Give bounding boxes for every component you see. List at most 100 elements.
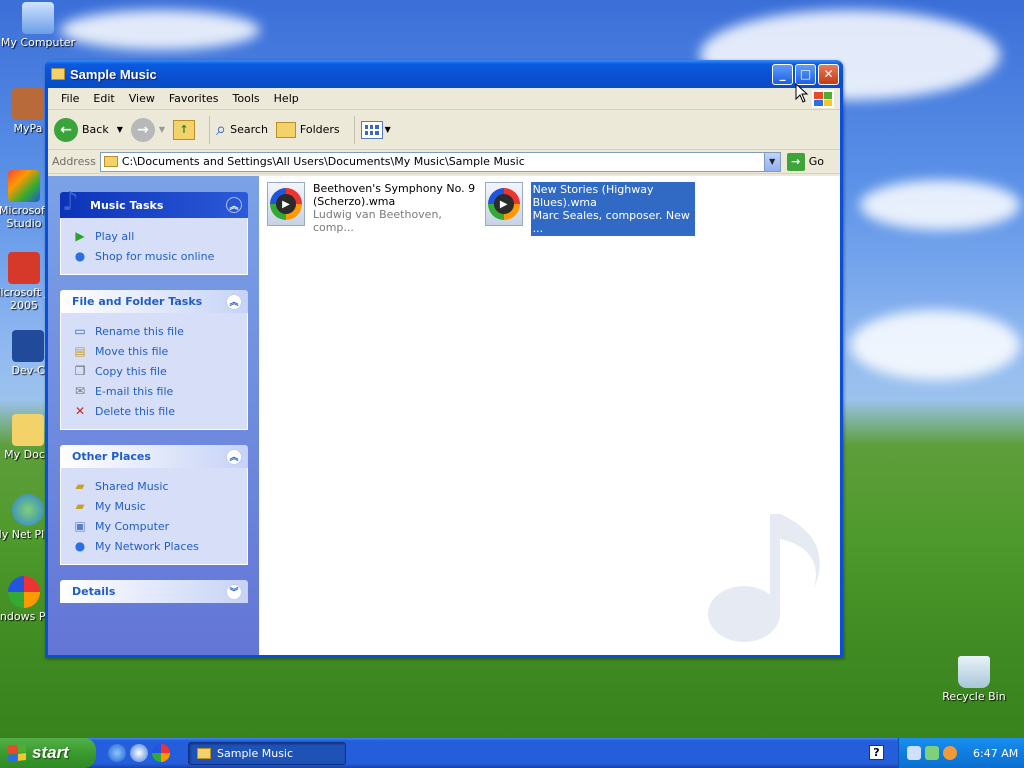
menu-file[interactable]: File (54, 92, 86, 105)
menu-edit[interactable]: Edit (86, 92, 121, 105)
folders-icon (275, 121, 296, 138)
file-name: (Scherzo).wma (312, 195, 396, 208)
folder-up-icon: ↑ (173, 119, 196, 140)
quick-launch (108, 744, 174, 762)
email-icon: ✉ (74, 384, 86, 398)
window-title: Sample Music (70, 66, 157, 82)
internet-explorer-icon[interactable] (108, 744, 126, 762)
minimize-button[interactable]: _ (772, 63, 793, 85)
other-places-body: ▰ Shared Music ▰ My Music ▣ My Computer (60, 468, 248, 565)
task-label: My Music (95, 499, 146, 513)
menu-favorites[interactable]: Favorites (162, 92, 226, 105)
toolbar-separator (353, 115, 355, 144)
security-tray-icon[interactable] (925, 746, 939, 760)
play-icon: ▶ (75, 229, 85, 243)
place-my-computer[interactable]: ▣ My Computer (73, 516, 237, 536)
details-header[interactable]: Details ︾ (60, 580, 248, 603)
other-places-panel: Other Places ︽ ▰ Shared Music ▰ My Music (60, 445, 248, 565)
address-dropdown-button[interactable]: ▼ (763, 152, 780, 171)
start-button[interactable]: start (0, 738, 96, 768)
file-item-selected[interactable]: ▶ New Stories (Highway Blues).wma Marc S… (485, 182, 695, 236)
place-my-music[interactable]: ▰ My Music (73, 496, 237, 516)
jsharp-icon (8, 252, 40, 284)
taskbar-button-sample-music[interactable]: Sample Music (188, 741, 346, 765)
chevron-down-icon[interactable]: ▼ (117, 125, 123, 134)
file-subtitle: Ludwig van Beethoven, comp... (312, 208, 442, 234)
content-area: ♪ Music Tasks ︽ ▶ Play all ● Shop for mu… (48, 176, 840, 655)
task-label: My Network Places (95, 539, 199, 553)
desktop-icon-my-computer[interactable]: My Computer (0, 2, 76, 49)
media-player-icon[interactable] (152, 744, 170, 762)
network-tray-icon[interactable] (907, 746, 921, 760)
task-label: Copy this file (95, 364, 167, 378)
desktop-icon-recycle-bin[interactable]: Recycle Bin (936, 656, 1012, 703)
chevron-down-icon: ▼ (158, 125, 166, 134)
back-button[interactable]: ← Back ▼ (54, 117, 123, 142)
computer-icon: ▣ (74, 519, 86, 533)
address-input[interactable]: C:\Documents and Settings\All Users\Docu… (99, 151, 781, 172)
task-copy[interactable]: ❐ Copy this file (73, 361, 237, 381)
help-icon[interactable]: ? (869, 745, 884, 760)
cloud (850, 310, 1020, 380)
cloud (860, 180, 1020, 230)
menu-help[interactable]: Help (267, 92, 306, 105)
go-button[interactable]: → Go (786, 152, 824, 171)
file-folder-tasks-header[interactable]: File and Folder Tasks ︽ (60, 290, 248, 313)
network-icon: ● (74, 539, 86, 553)
shared-folder-icon: ▰ (75, 479, 85, 493)
windows-logo-icon (8, 744, 26, 762)
panel-title: File and Folder Tasks (72, 295, 203, 308)
expand-icon[interactable]: ︾ (226, 583, 242, 600)
task-delete[interactable]: ✕ Delete this file (73, 401, 237, 421)
title-bar[interactable]: Sample Music _ □ ✕ (45, 60, 843, 88)
outlook-express-icon[interactable] (130, 744, 148, 762)
place-shared-music[interactable]: ▰ Shared Music (73, 476, 237, 496)
music-tasks-body: ▶ Play all ● Shop for music online (60, 218, 248, 275)
collapse-icon[interactable]: ︽ (226, 293, 242, 310)
folder-icon (197, 747, 211, 759)
collapse-icon[interactable]: ︽ (226, 448, 242, 465)
menu-tools[interactable]: Tools (226, 92, 267, 105)
file-item[interactable]: ▶ Beethoven's Symphony No. 9 (Scherzo).w… (267, 182, 477, 234)
task-shop-music[interactable]: ● Shop for music online (73, 246, 237, 266)
cloud (60, 10, 260, 50)
devc-icon (12, 330, 44, 362)
close-button[interactable]: ✕ (818, 63, 839, 85)
folders-button[interactable]: Folders (275, 121, 340, 138)
task-rename[interactable]: ▭ Rename this file (73, 321, 237, 341)
file-subtitle: Marc Seales, composer. New ... (532, 209, 690, 235)
collapse-icon[interactable]: ︽ (226, 197, 242, 213)
task-move[interactable]: ▤ Move this file (73, 341, 237, 361)
file-list: ▶ Beethoven's Symphony No. 9 (Scherzo).w… (259, 176, 840, 655)
menu-view[interactable]: View (122, 92, 162, 105)
task-play-all[interactable]: ▶ Play all (73, 226, 237, 246)
up-button[interactable]: ↑ (173, 119, 196, 140)
back-arrow-icon: ← (54, 117, 78, 142)
computer-icon (22, 2, 54, 34)
folder-icon (51, 68, 65, 80)
place-my-network[interactable]: ● My Network Places (73, 536, 237, 556)
windows-logo-icon (812, 90, 834, 108)
menu-bar: File Edit View Favorites Tools Help (48, 88, 840, 110)
forward-button[interactable]: → ▼ (130, 117, 166, 142)
search-icon: ⌕ (216, 119, 227, 140)
search-tray-icon[interactable] (943, 746, 957, 760)
file-name: New Stories (Highway (532, 183, 654, 196)
maximize-button[interactable]: □ (795, 63, 816, 85)
views-button[interactable]: ▼ (360, 120, 391, 139)
views-icon (360, 120, 383, 139)
task-label: Delete this file (95, 404, 175, 418)
taskbar: start Sample Music ? 6:47 AM (0, 738, 1024, 768)
task-email[interactable]: ✉ E-mail this file (73, 381, 237, 401)
address-bar: Address C:\Documents and Settings\All Us… (48, 150, 840, 174)
music-tasks-header[interactable]: ♪ Music Tasks ︽ (60, 188, 248, 218)
clock[interactable]: 6:47 AM (973, 747, 1018, 760)
other-places-header[interactable]: Other Places ︽ (60, 445, 248, 468)
toolbar-separator (209, 115, 211, 144)
task-pane: ♪ Music Tasks ︽ ▶ Play all ● Shop for mu… (48, 176, 259, 655)
start-label: start (32, 743, 69, 762)
globe-icon: ● (74, 249, 86, 263)
media-player-icon (8, 576, 40, 608)
search-button[interactable]: ⌕ Search (216, 119, 268, 140)
back-label: Back (82, 123, 109, 136)
